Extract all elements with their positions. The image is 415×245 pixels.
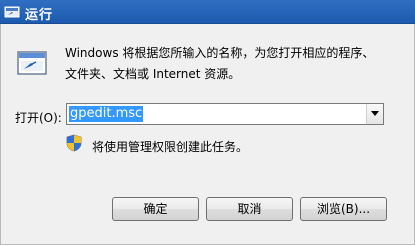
browse-button[interactable]: 浏览(B)...: [300, 197, 387, 221]
title-bar[interactable]: 运行: [0, 0, 415, 24]
open-label: 打开(O):: [15, 111, 62, 125]
window-title: 运行: [25, 8, 54, 23]
description-line-1: Windows 将根据您所输入的名称，为您打开相应的程序、: [65, 46, 375, 60]
cancel-button[interactable]: 取消: [206, 197, 293, 221]
dropdown-button[interactable]: [366, 104, 383, 124]
open-combobox[interactable]: gpedit.msc: [66, 103, 384, 125]
admin-privilege-note: 将使用管理权限创建此任务。: [92, 140, 249, 154]
description-text: Windows 将根据您所输入的名称，为您打开相应的程序、 文件夹、文档或 In…: [65, 43, 405, 85]
description-line-2: 文件夹、文档或 Internet 资源。: [65, 67, 241, 81]
run-icon: [4, 4, 20, 20]
uac-shield-icon: [66, 134, 82, 152]
open-input-value[interactable]: gpedit.msc: [69, 106, 144, 122]
chevron-down-icon: [371, 111, 379, 116]
run-window-icon: [16, 49, 48, 79]
ok-button[interactable]: 确定: [112, 197, 199, 221]
